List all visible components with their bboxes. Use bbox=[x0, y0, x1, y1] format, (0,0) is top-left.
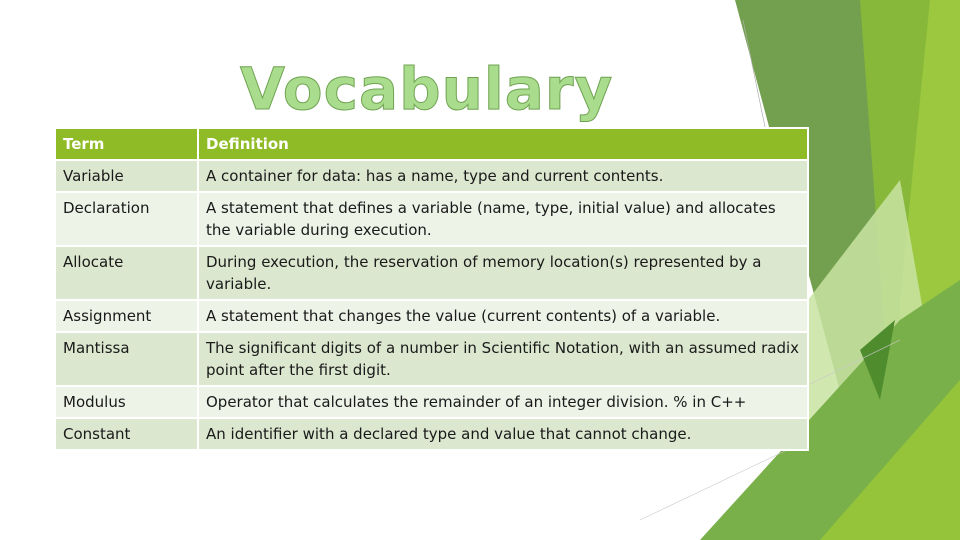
vocabulary-table: Term Definition Variable A container for… bbox=[54, 127, 809, 451]
header-definition: Definition bbox=[197, 127, 809, 161]
term-cell: Mantissa bbox=[54, 331, 199, 387]
definition-cell: A container for data: has a name, type a… bbox=[197, 159, 809, 193]
table-row: Assignment A statement that changes the … bbox=[54, 299, 809, 333]
term-cell: Variable bbox=[54, 159, 199, 193]
definition-cell: A statement that changes the value (curr… bbox=[197, 299, 809, 333]
definition-cell: An identifier with a declared type and v… bbox=[197, 417, 809, 451]
term-cell: Allocate bbox=[54, 245, 199, 301]
definition-cell: Operator that calculates the remainder o… bbox=[197, 385, 809, 419]
table-row: Mantissa The significant digits of a num… bbox=[54, 331, 809, 387]
table-row: Modulus Operator that calculates the rem… bbox=[54, 385, 809, 419]
table-row: Constant An identifier with a declared t… bbox=[54, 417, 809, 451]
definition-cell: The significant digits of a number in Sc… bbox=[197, 331, 809, 387]
term-cell: Declaration bbox=[54, 191, 199, 247]
definition-cell: A statement that defines a variable (nam… bbox=[197, 191, 809, 247]
header-term: Term bbox=[54, 127, 199, 161]
table-header-row: Term Definition bbox=[54, 127, 809, 161]
table-row: Variable A container for data: has a nam… bbox=[54, 159, 809, 193]
table-row: Declaration A statement that defines a v… bbox=[54, 191, 809, 247]
slide-title: Vocabulary bbox=[240, 55, 614, 124]
definition-cell: During execution, the reservation of mem… bbox=[197, 245, 809, 301]
table-row: Allocate During execution, the reservati… bbox=[54, 245, 809, 301]
term-cell: Assignment bbox=[54, 299, 199, 333]
term-cell: Constant bbox=[54, 417, 199, 451]
term-cell: Modulus bbox=[54, 385, 199, 419]
